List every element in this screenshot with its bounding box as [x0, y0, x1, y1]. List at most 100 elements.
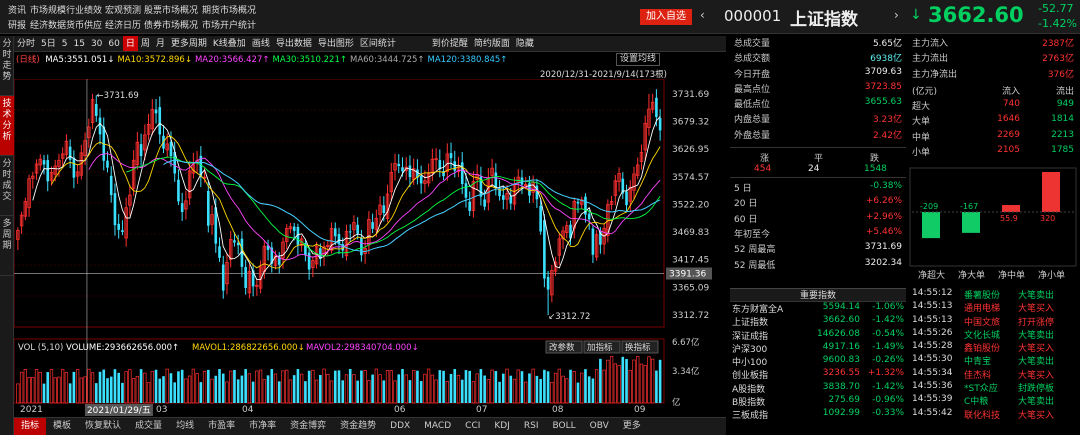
nav-link[interactable]: 股票市场概况 [144, 3, 198, 16]
index-name: A股指数 [732, 384, 766, 395]
return-value: 3202.34 [864, 257, 902, 268]
index-row[interactable]: 中小100 9600.83 -0.26% [730, 355, 906, 368]
tick-row[interactable]: 14:55:34 佳杰科 大笔买入 [908, 368, 1080, 381]
ma-line-10 [51, 135, 661, 269]
rail-tab[interactable]: 分时走势 [0, 36, 14, 96]
nav-link[interactable]: 货币供应 [66, 18, 102, 31]
toolbar-button[interactable]: 日 [122, 36, 138, 51]
x-tick-label: 07 [476, 405, 487, 415]
tick-row[interactable]: 14:55:42 联化科技 大笔买入 [908, 408, 1080, 421]
indicator-tab[interactable]: OBV [583, 418, 616, 435]
candle-body [292, 226, 296, 231]
indicator-tab[interactable]: 恢复默认 [78, 418, 128, 435]
toolbar-button[interactable]: 周 [138, 36, 153, 51]
toolbar-button[interactable]: 区间统计 [357, 36, 399, 51]
toolbar-button[interactable]: 月 [153, 36, 168, 51]
indicator-tab[interactable]: 市盈率 [201, 418, 242, 435]
nav-link[interactable]: 经济数据 [30, 18, 66, 31]
tick-row[interactable]: 14:55:26 文化长城 大笔卖出 [908, 328, 1080, 341]
nav-link[interactable]: 研报 [8, 18, 26, 31]
nav-link[interactable]: 经济日历 [105, 18, 141, 31]
nav-link[interactable]: 市场规模 [30, 3, 66, 16]
toolbar-button[interactable]: 60 [105, 36, 122, 51]
rail-tab[interactable]: 多周期 [0, 216, 14, 276]
tick-row[interactable]: 14:55:13 通用电梯 大笔买入 [908, 301, 1080, 314]
rail-tab[interactable]: 技术分析 [0, 96, 14, 156]
index-row[interactable]: 沪深300 4917.16 -1.49% [730, 342, 906, 355]
nav-link[interactable]: 债券市场概况 [144, 18, 198, 31]
indicator-tab[interactable]: 资金趋势 [333, 418, 383, 435]
toolbar-button[interactable]: 30 [88, 36, 105, 51]
left-rail: 分时走势技术分析分时成交多周期 [0, 36, 14, 435]
nav-link[interactable]: 期货市场概况 [202, 3, 256, 16]
indicator-tab[interactable]: 均线 [169, 418, 201, 435]
index-name: 上证指数 [732, 318, 769, 329]
volume-bar [393, 380, 397, 404]
flow-label: 主力流出 [912, 54, 949, 65]
nav-link[interactable]: 资讯 [8, 3, 26, 16]
tick-row[interactable]: 14:55:28 鑫铂股份 大笔买入 [908, 341, 1080, 354]
price-chart[interactable]: 3731.69 3679.32 3626.95 3574.57 3522.20 3469.… [14, 79, 730, 417]
top-bar: 加入自选 ‹ 000001 上证指数 › ↓ 3662.60 -52.77 -1… [0, 0, 1080, 34]
volume-bar [539, 378, 542, 403]
tick-row[interactable]: 14:55:30 中青宝 大笔卖出 [908, 354, 1080, 367]
toolbar-button[interactable]: 导出图形 [315, 36, 357, 51]
toolbar-button[interactable]: 导出数据 [273, 36, 315, 51]
indicator-tab[interactable]: 指标 [14, 418, 47, 435]
indicator-tab[interactable]: 市净率 [242, 418, 283, 435]
toolbar-button[interactable]: 到价提醒 [429, 36, 471, 51]
add-to-watchlist-button[interactable]: 加入自选 [640, 9, 692, 25]
breadth-value: 24 [808, 164, 820, 175]
toolbar-button[interactable]: 简约版面 [471, 36, 513, 51]
index-row[interactable]: 创业板指 3236.55 +1.32% [730, 368, 906, 381]
indicator-tab[interactable]: KDJ [487, 418, 517, 435]
index-row[interactable]: 东方财富全A 5594.14 -1.06% [730, 302, 906, 315]
indicator-tab[interactable]: 成交量 [128, 418, 169, 435]
toolbar-button[interactable]: 隐藏 [513, 36, 537, 51]
index-name: 创业板指 [732, 371, 769, 382]
toolbar-button[interactable]: 画线 [249, 36, 273, 51]
current-price: 3662.60 [928, 3, 1024, 27]
flow-value: 2387亿 [1042, 39, 1074, 49]
indicator-tab[interactable]: 更多 [616, 418, 648, 435]
flow-table-row: 中单 2269 2213 [908, 130, 1080, 145]
indicator-tab[interactable]: RSI [517, 418, 546, 435]
toolbar-button[interactable]: 分时 [14, 36, 38, 51]
nav-link[interactable]: 市场开户统计 [202, 18, 256, 31]
volume-bar [68, 383, 72, 403]
index-row[interactable]: 深证成指 14626.08 -0.54% [730, 329, 906, 342]
index-row[interactable]: A股指数 3838.70 -1.42% [730, 382, 906, 395]
tick-stock: 番薯股份 [964, 291, 1001, 301]
volume-bar [456, 374, 461, 404]
tick-row[interactable]: 14:55:12 番薯股份 大笔卖出 [908, 288, 1080, 301]
next-stock-icon[interactable]: › [894, 8, 899, 22]
index-row[interactable]: B股指数 275.69 -0.96% [730, 395, 906, 408]
nav-link[interactable]: 宏观预测 [105, 3, 141, 16]
candle-body [453, 161, 457, 171]
indicator-tab[interactable]: DDX [383, 418, 417, 435]
rail-tab[interactable]: 分时成交 [0, 156, 14, 216]
prev-stock-icon[interactable]: ‹ [700, 8, 705, 22]
toolbar-button[interactable]: 5日 [38, 36, 59, 51]
nav-link[interactable]: 行业绩效 [66, 3, 102, 16]
indicator-tab[interactable]: BOLL [546, 418, 583, 435]
tick-row[interactable]: 14:55:13 中国文旅 打开涨停 [908, 315, 1080, 328]
indicator-tab[interactable]: 模板 [46, 418, 78, 435]
indicator-tab[interactable]: 资金博弈 [283, 418, 333, 435]
volume-bar [505, 368, 509, 404]
indicator-tab[interactable]: MACD [417, 418, 458, 435]
ma-settings-button[interactable]: 设置均线 [616, 53, 661, 66]
toolbar-button[interactable]: 5 [59, 36, 71, 51]
toolbar-button[interactable]: K线叠加 [210, 36, 249, 51]
volume-bar [102, 369, 106, 403]
tick-row[interactable]: 14:55:36 *ST众应 封跌停板 [908, 381, 1080, 394]
indicator-tab[interactable]: CCI [458, 418, 487, 435]
index-row[interactable]: 上证指数 3662.60 -1.42% [730, 315, 906, 328]
tick-row[interactable]: 14:55:39 C中粮 大笔卖出 [908, 394, 1080, 407]
volume-bar [131, 378, 136, 404]
quote-row: 最高点位 3723.85 [730, 82, 906, 97]
index-row[interactable]: 三板成指 1092.99 -0.33% [730, 408, 906, 421]
volume-bar [87, 368, 91, 404]
toolbar-button[interactable]: 更多周期 [168, 36, 210, 51]
toolbar-button[interactable]: 15 [70, 36, 87, 51]
